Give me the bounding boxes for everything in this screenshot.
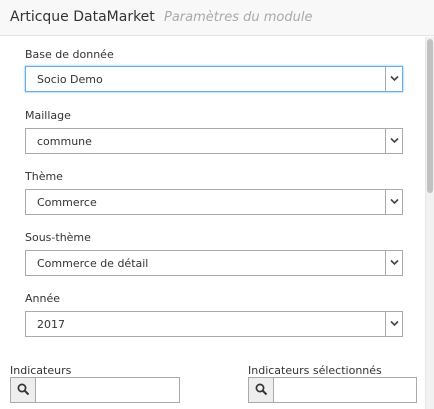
chevron-down-icon[interactable] xyxy=(385,251,402,275)
selected-indicators-search-input[interactable] xyxy=(275,378,416,402)
database-label: Base de donnée xyxy=(25,48,114,61)
vertical-scrollbar[interactable] xyxy=(425,37,434,409)
selected-indicators-search xyxy=(248,377,417,403)
module-header: Articque DataMarket Paramètres du module xyxy=(0,0,434,36)
search-icon xyxy=(11,378,36,402)
subtheme-select-value: Commerce de détail xyxy=(37,257,149,270)
chevron-down-icon[interactable] xyxy=(385,190,402,214)
subtheme-select[interactable]: Commerce de détail xyxy=(25,250,403,276)
chevron-down-icon[interactable] xyxy=(385,67,402,91)
settings-panel xyxy=(0,37,434,409)
database-select[interactable]: Socio Demo xyxy=(25,66,403,92)
subtheme-label: Sous-thème xyxy=(25,231,91,244)
theme-label: Thème xyxy=(25,170,63,183)
module-subtitle: Paramètres du module xyxy=(164,10,313,25)
mesh-select[interactable]: commune xyxy=(25,128,403,154)
theme-select[interactable]: Commerce xyxy=(25,189,403,215)
app-title: Articque DataMarket xyxy=(10,9,155,25)
scrollbar-thumb[interactable] xyxy=(427,39,433,193)
database-select-value: Socio Demo xyxy=(37,73,103,86)
mesh-select-value: commune xyxy=(37,135,92,148)
chevron-down-icon[interactable] xyxy=(385,312,402,336)
indicators-search xyxy=(10,377,180,403)
search-icon xyxy=(249,378,274,402)
mesh-label: Maillage xyxy=(25,109,71,122)
selected-indicators-label: Indicateurs sélectionnés xyxy=(248,364,382,377)
indicators-label: Indicateurs xyxy=(10,364,72,377)
year-label: Année xyxy=(25,292,61,305)
indicators-search-input[interactable] xyxy=(37,378,179,402)
chevron-down-icon[interactable] xyxy=(385,129,402,153)
year-select[interactable]: 2017 xyxy=(25,311,403,337)
year-select-value: 2017 xyxy=(37,318,65,331)
theme-select-value: Commerce xyxy=(37,196,97,209)
